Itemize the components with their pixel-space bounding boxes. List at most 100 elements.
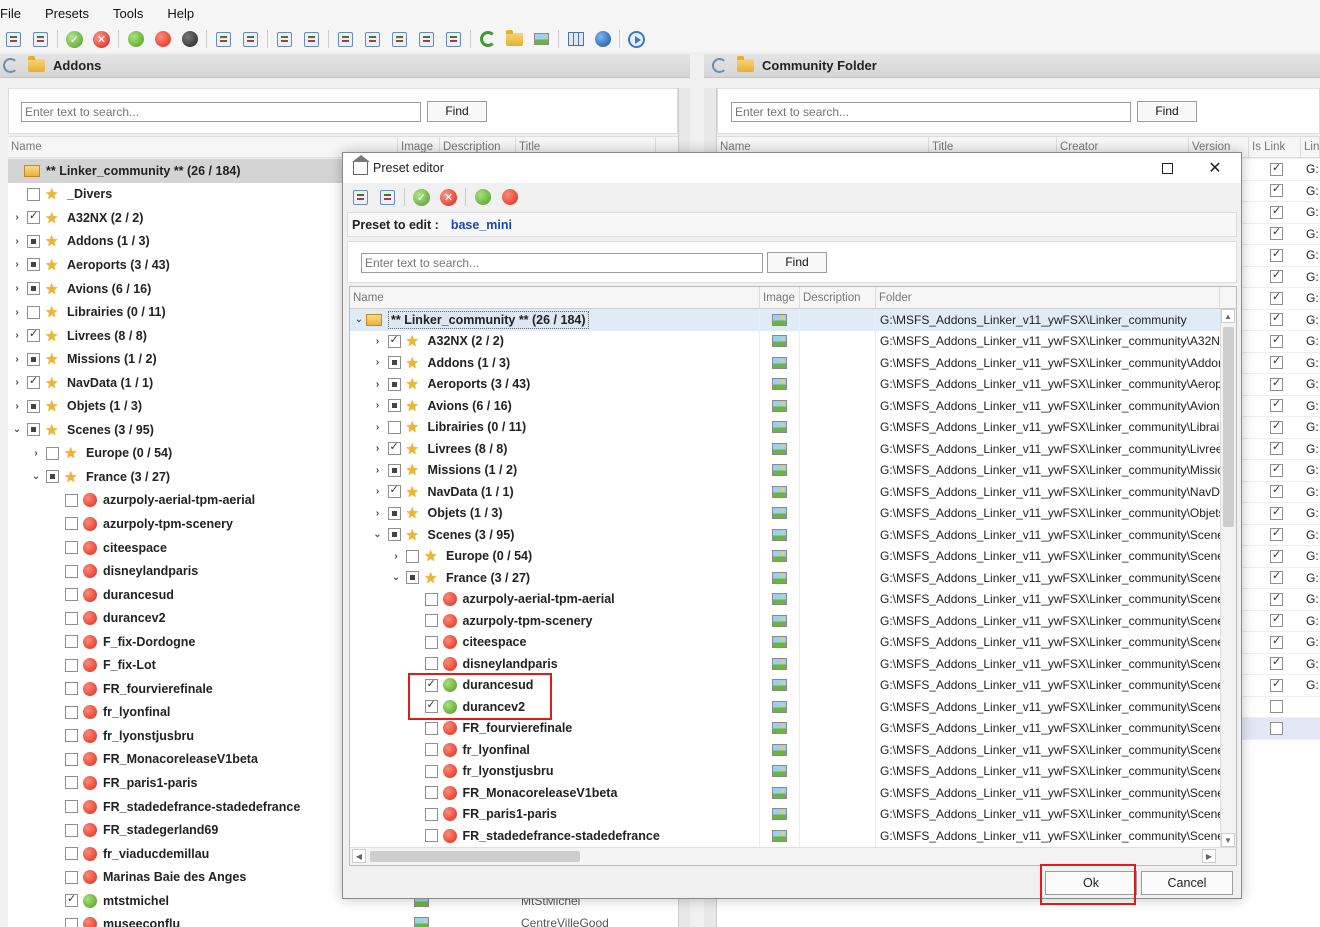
community-row[interactable]: G: <box>1240 460 1320 482</box>
chevron-icon[interactable]: › <box>12 236 22 247</box>
col-folder[interactable]: Folder <box>876 287 1220 308</box>
chevron-icon[interactable]: › <box>12 377 22 388</box>
checkbox[interactable] <box>1270 376 1283 391</box>
export-icon[interactable] <box>303 30 321 48</box>
tree-row[interactable]: Marinas Baie des Anges <box>8 865 348 889</box>
image-icon[interactable] <box>772 507 787 520</box>
checkbox[interactable] <box>387 420 401 434</box>
checkbox[interactable] <box>27 352 40 366</box>
addons-find-button[interactable]: Find <box>427 101 487 122</box>
refresh-icon[interactable] <box>479 30 497 48</box>
community-row[interactable]: G: <box>1240 245 1320 267</box>
image-icon[interactable] <box>772 399 787 412</box>
community-row[interactable]: G: <box>1240 224 1320 245</box>
tree-row[interactable]: › ★ Europe (0 / 54) <box>8 442 348 466</box>
chevron-icon[interactable]: ⌄ <box>12 424 22 435</box>
checkbox[interactable] <box>424 786 438 800</box>
checkbox[interactable] <box>27 305 40 319</box>
tree-row[interactable]: F_fix-Lot <box>8 653 348 677</box>
checkbox[interactable] <box>1270 397 1283 413</box>
checkbox[interactable] <box>65 635 78 649</box>
checkbox[interactable] <box>65 776 78 790</box>
checkbox[interactable] <box>424 698 438 714</box>
chevron-icon[interactable]: › <box>373 379 383 390</box>
folder-icon[interactable] <box>506 29 524 48</box>
chevron-icon[interactable]: › <box>373 400 383 411</box>
image-icon[interactable] <box>772 313 787 326</box>
checkbox[interactable] <box>1270 440 1283 456</box>
community-row[interactable]: G: <box>1240 611 1320 632</box>
community-row[interactable]: G: <box>1240 331 1320 353</box>
tree-row[interactable]: ** Linker_community ** (26 / 184) <box>8 159 348 183</box>
chevron-icon[interactable]: › <box>12 259 22 270</box>
tree-icon[interactable] <box>337 30 355 48</box>
tree-row[interactable]: ⌄ ★ France (3 / 27) <box>8 465 348 489</box>
chevron-icon[interactable]: › <box>373 422 383 433</box>
dialog-tree-row[interactable]: › ★ Missions (1 / 2) G:\MSFS_Addons_Linker_… <box>350 459 1220 481</box>
tree-row[interactable]: museeconflu <box>8 913 348 927</box>
tree-row[interactable]: ⌄ ★ Scenes (3 / 95) <box>8 418 348 442</box>
menu-presets[interactable]: Presets <box>45 6 99 21</box>
dialog-tree-row[interactable]: durancesud G:\MSFS_Addons_Linker_v11_ywFS… <box>350 674 1220 696</box>
community-row[interactable]: G: <box>1240 267 1320 288</box>
col-image[interactable]: Image <box>760 287 800 308</box>
dialog-tree-row[interactable]: azurpoly-tpm-scenery G:\MSFS_Addons_Linke… <box>350 610 1220 632</box>
checkbox[interactable] <box>65 705 78 719</box>
chevron-icon[interactable]: › <box>12 401 22 412</box>
col-is-link[interactable]: Is Link <box>1249 137 1301 157</box>
checkbox[interactable] <box>27 399 40 413</box>
image-icon[interactable] <box>772 679 787 692</box>
checkbox[interactable] <box>424 592 438 606</box>
dialog-tree-row[interactable]: › ★ Avions (6 / 16) G:\MSFS_Addons_Linker_v… <box>350 395 1220 417</box>
tree-row[interactable]: ★ _Divers <box>8 183 348 207</box>
image-icon[interactable] <box>772 722 787 735</box>
uncheck-all-icon[interactable]: ✕ <box>440 188 458 206</box>
checkbox[interactable] <box>65 541 78 555</box>
checkbox[interactable] <box>46 470 59 484</box>
community-row[interactable]: G: <box>1240 675 1320 697</box>
checkbox[interactable] <box>1270 634 1283 649</box>
dialog-tree-row[interactable]: fr_lyonfinal G:\MSFS_Addons_Linker_v11_yw… <box>350 739 1220 761</box>
col-name[interactable]: Name <box>350 287 760 308</box>
checkbox[interactable] <box>1270 677 1283 692</box>
checkbox[interactable] <box>1270 569 1283 585</box>
scroll-down-arrow-icon[interactable]: ▼ <box>1221 833 1235 847</box>
dialog-vscroll-thumb[interactable] <box>1223 327 1234 527</box>
green-dot-icon[interactable] <box>127 30 145 48</box>
checkbox[interactable] <box>424 657 438 671</box>
checkbox[interactable] <box>65 870 78 884</box>
community-find-button[interactable]: Find <box>1137 101 1197 122</box>
community-row[interactable]: G: <box>1240 181 1320 202</box>
community-row[interactable]: G: <box>1240 632 1320 654</box>
dialog-tree-row[interactable]: FR_stadedefrance-stadedefrance G:\MSFS_Ad… <box>350 825 1220 847</box>
checkbox[interactable] <box>65 682 78 696</box>
image-icon[interactable] <box>772 485 787 498</box>
community-row[interactable]: G: <box>1240 202 1320 224</box>
tree-row[interactable]: durancev2 <box>8 606 348 630</box>
tree-row[interactable]: fr_viaducdemillau <box>8 842 348 866</box>
chevron-icon[interactable]: › <box>12 283 22 294</box>
checkbox[interactable] <box>1270 225 1283 241</box>
image-icon[interactable] <box>772 657 787 670</box>
image-icon[interactable] <box>772 528 787 541</box>
ok-button[interactable]: Ok <box>1045 871 1137 895</box>
image-icon[interactable] <box>533 30 551 48</box>
close-button[interactable]: ✕ <box>1193 153 1237 183</box>
checkbox[interactable] <box>27 234 40 248</box>
checkbox[interactable] <box>387 356 401 370</box>
tree-row[interactable]: › ★ A32NX (2 / 2) <box>8 206 348 230</box>
dialog-tree-row[interactable]: ⌄ ** Linker_community ** (26 / 184) G:\MSF… <box>350 309 1220 331</box>
globe-icon[interactable] <box>594 30 612 48</box>
checkbox[interactable] <box>27 258 40 272</box>
checkbox[interactable] <box>424 764 438 778</box>
tree-row[interactable]: FR_MonacoreleaseV1beta <box>8 748 348 772</box>
chevron-icon[interactable]: › <box>373 357 383 368</box>
community-row[interactable]: G: <box>1240 525 1320 546</box>
checkbox[interactable] <box>1270 548 1283 563</box>
dialog-tree-row[interactable]: FR_paris1-paris G:\MSFS_Addons_Linker_v11… <box>350 803 1220 825</box>
paste-icon[interactable] <box>32 30 50 48</box>
image-icon[interactable] <box>772 700 787 713</box>
dialog-tree-row[interactable]: › ★ Aeroports (3 / 43) G:\MSFS_Addons_Linke… <box>350 373 1220 395</box>
chevron-icon[interactable]: ⌄ <box>31 471 41 482</box>
checkbox[interactable] <box>1270 204 1283 219</box>
